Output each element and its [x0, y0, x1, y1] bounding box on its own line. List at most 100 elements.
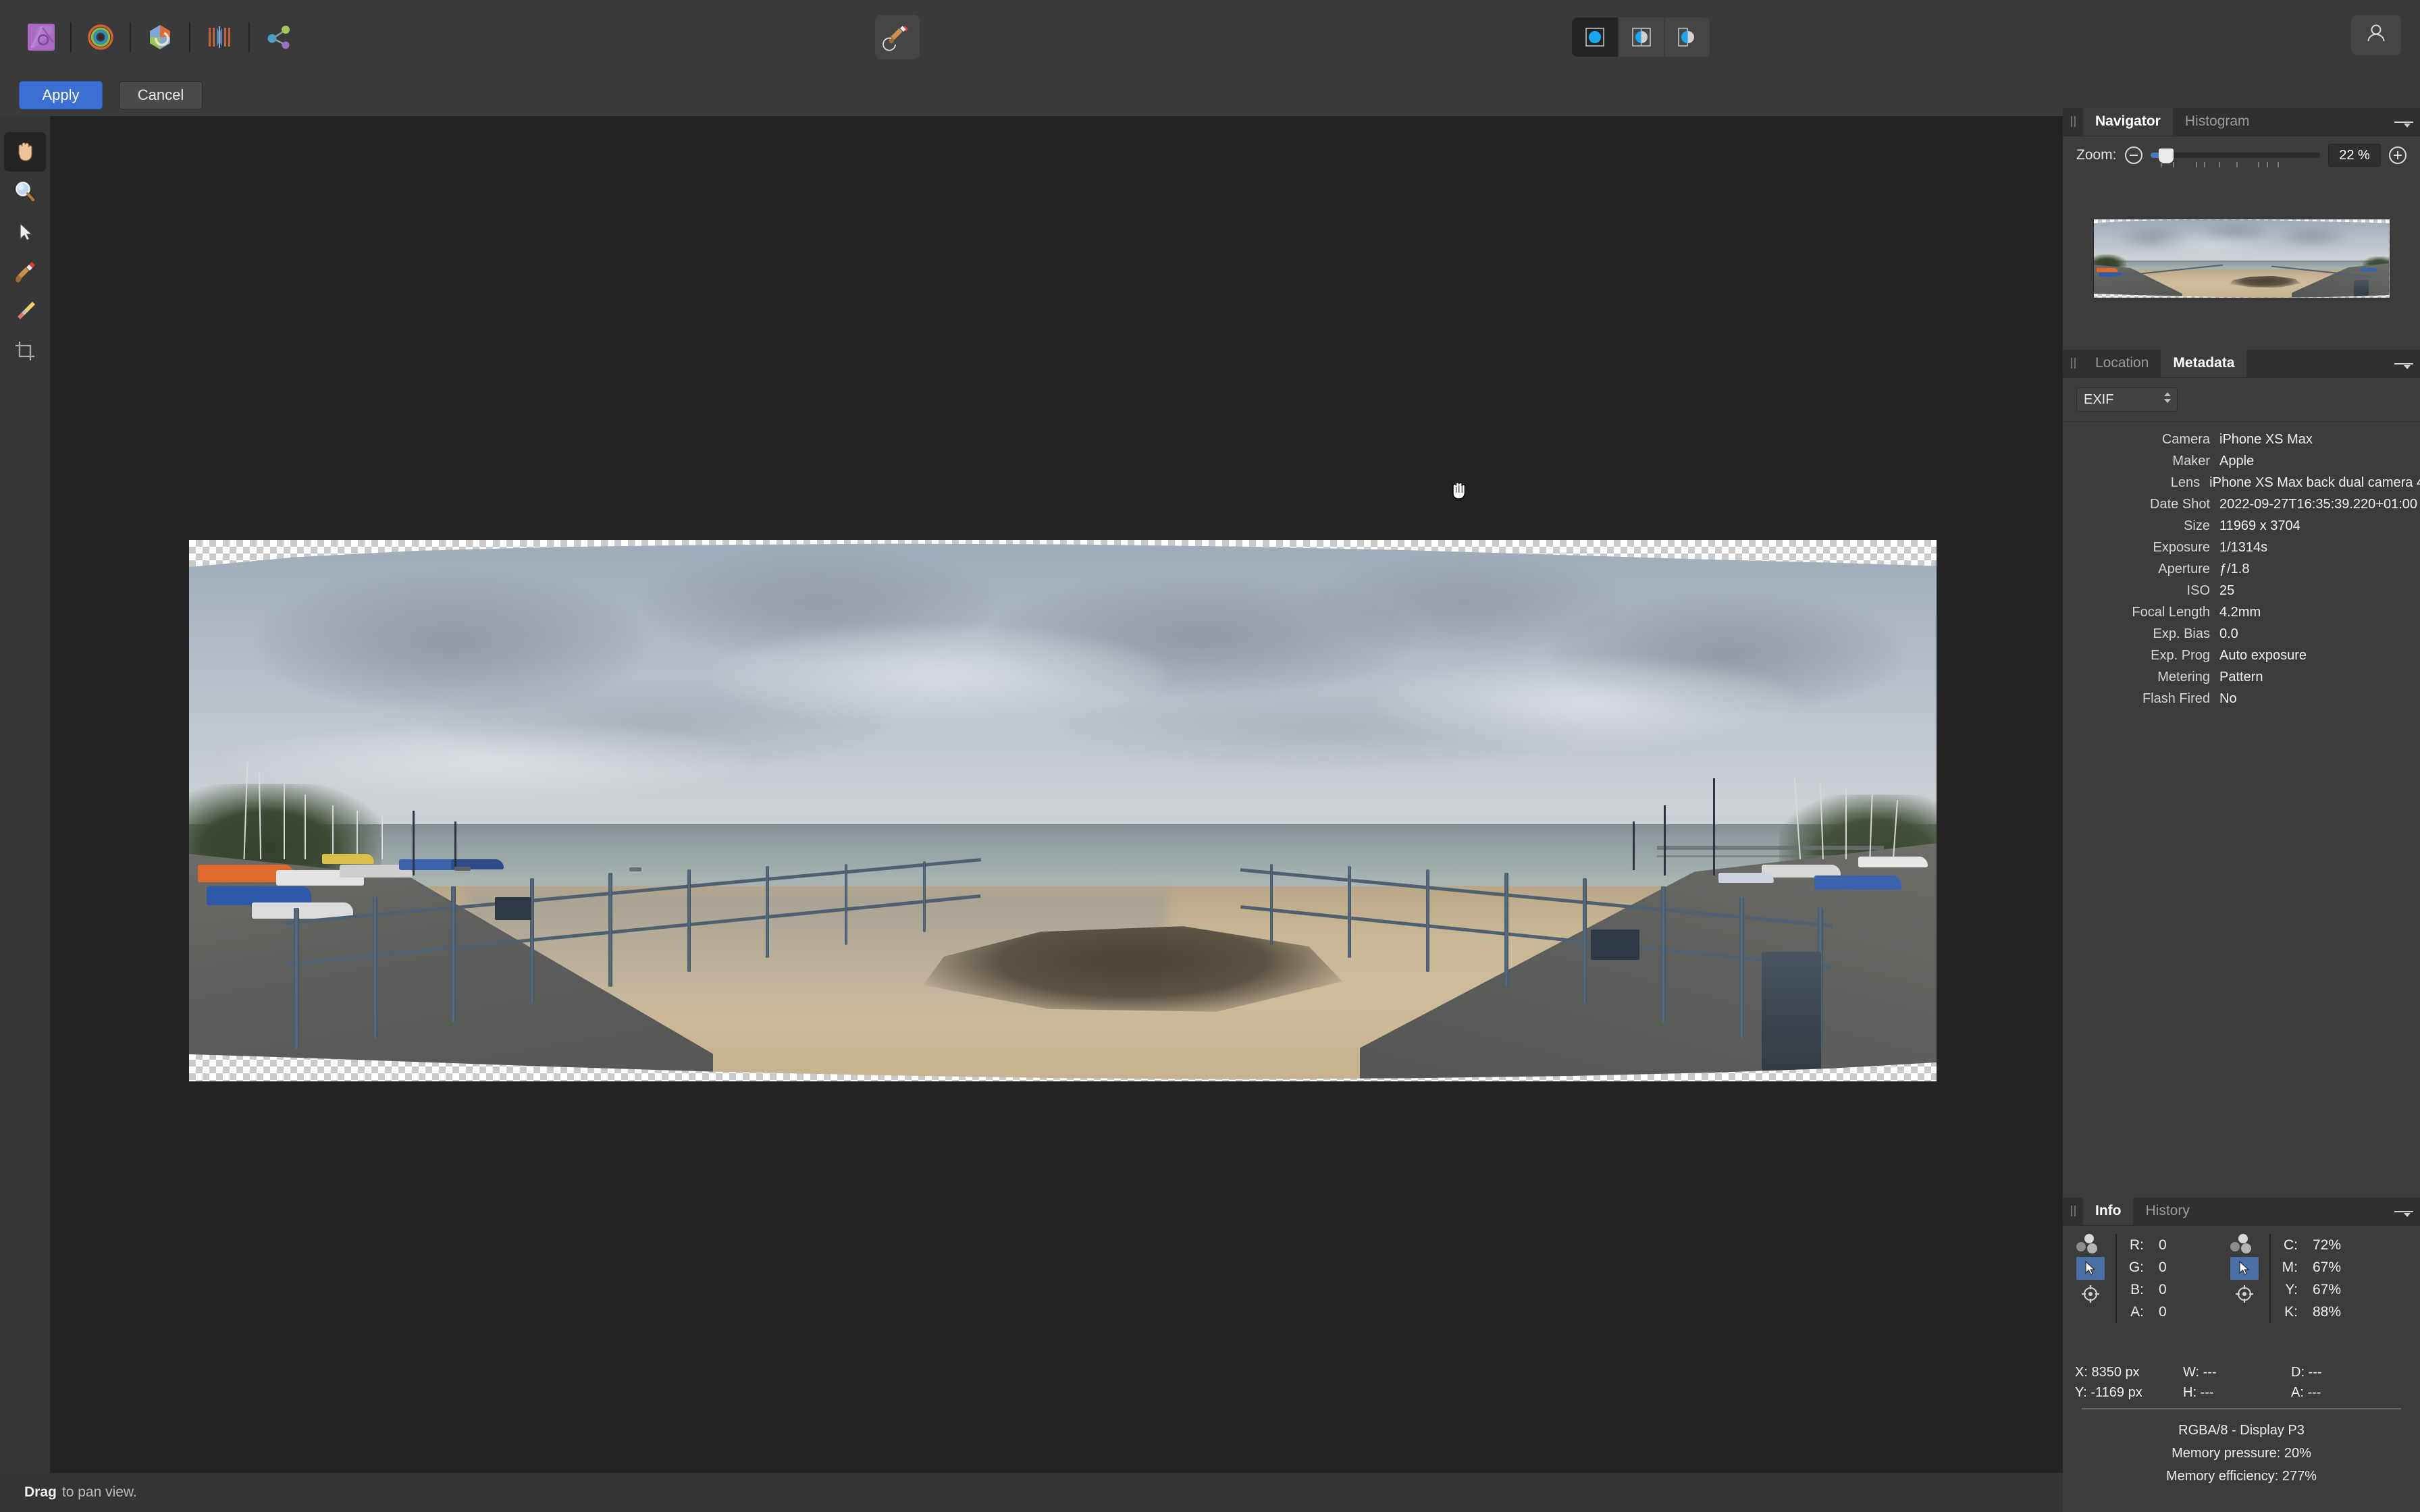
zoom-out-button[interactable]: [2124, 146, 2142, 164]
coord-w: W: ---: [2183, 1364, 2217, 1380]
affinity-export-persona-icon[interactable]: [257, 15, 301, 59]
paint-brush-icon: [882, 20, 913, 55]
affinity-liquify-persona-icon[interactable]: [138, 15, 182, 59]
pointer-sample-mode-icon[interactable]: [2076, 1257, 2105, 1280]
crosshair-sample-icon[interactable]: [2079, 1282, 2102, 1305]
metadata-row: Exp. Bias 0.0: [2063, 623, 2420, 645]
metadata-key: Focal Length: [2132, 604, 2210, 620]
channel-key: R:: [2130, 1237, 2144, 1253]
metadata-source-select[interactable]: EXIF: [2076, 387, 2178, 412]
panel-grip[interactable]: [2063, 349, 2083, 377]
apply-button[interactable]: Apply: [19, 81, 103, 109]
metadata-value: Pattern: [2219, 669, 2263, 684]
metadata-row: Metering Pattern: [2063, 666, 2420, 688]
metadata-key: Exposure: [2153, 539, 2211, 555]
memory-pressure-label: Memory pressure: 20%: [2172, 1446, 2311, 1461]
active-tool-button[interactable]: [875, 15, 920, 59]
metadata-key: Camera: [2161, 431, 2210, 447]
cmyk-readout: C: 72% M: 67% Y: 67% K: 88%: [2278, 1234, 2380, 1323]
coordinate-readout: X: 8350 px W: --- D: --- Y: -1169 px H: …: [2063, 1362, 2420, 1409]
info-picker-left: [2072, 1234, 2109, 1323]
metadata-panel: Location Metadata EXIF Camera iPhone XS …: [2063, 349, 2420, 709]
coord-h: H: ---: [2183, 1384, 2214, 1400]
info-panel: Info History R: 0 G: 0 B: 0 A: 0 C: 72% …: [2063, 1197, 2420, 1512]
tab-info[interactable]: Info: [2083, 1197, 2134, 1225]
channel-value: 0: [2159, 1303, 2167, 1320]
tab-location[interactable]: Location: [2083, 349, 2161, 377]
waste-bin: [1762, 951, 1822, 1071]
account-button[interactable]: [2351, 15, 2401, 55]
memory-efficiency-label: Memory efficiency: 277%: [2165, 1469, 2317, 1484]
metadata-row: Exp. Prog Auto exposure: [2063, 645, 2420, 666]
metadata-key: Size: [2184, 518, 2210, 533]
metadata-value: Auto exposure: [2219, 647, 2307, 663]
color-samples-icon[interactable]: [2230, 1234, 2259, 1254]
tab-history[interactable]: History: [2133, 1197, 2201, 1225]
hand-tool[interactable]: [4, 132, 46, 171]
bench: [1590, 929, 1640, 960]
navigator-thumbnail-area[interactable]: [2063, 174, 2420, 343]
panel-grip[interactable]: [2063, 1197, 2083, 1225]
document-stats: RGBA/8 - Display P3 Memory pressure: 20%…: [2063, 1419, 2420, 1488]
metadata-key: Metering: [2157, 669, 2210, 684]
readout-row: A: 0: [2124, 1301, 2226, 1323]
zoom-slider[interactable]: [2150, 146, 2320, 167]
tab-histogram[interactable]: Histogram: [2173, 107, 2262, 136]
boat: [321, 854, 375, 864]
boat: [1858, 857, 1928, 868]
channel-value: 67%: [2313, 1281, 2342, 1297]
metadata-key: Maker: [2172, 453, 2210, 468]
readout-row: K: 88%: [2278, 1301, 2380, 1323]
panel-grip[interactable]: [2063, 107, 2083, 136]
divider: [2082, 1408, 2401, 1409]
persona-toolbar: [0, 15, 301, 59]
view-mode-group: [1572, 18, 1710, 57]
document-canvas[interactable]: [50, 116, 2063, 1473]
metadata-panel-menu-icon[interactable]: [2394, 355, 2413, 373]
coord-x: X: 8350 px: [2075, 1364, 2140, 1380]
pointer-sample-mode-icon[interactable]: [2230, 1257, 2259, 1280]
erase-brush-tool[interactable]: [4, 292, 46, 331]
mirror-view-icon[interactable]: [1664, 18, 1710, 57]
metadata-value: 25: [2219, 583, 2235, 598]
color-samples-icon[interactable]: [2076, 1234, 2105, 1254]
readout-row: B: 0: [2124, 1278, 2226, 1301]
move-tool[interactable]: [4, 212, 46, 251]
navigator-panel: Navigator Histogram Zoom: 22 %: [2063, 107, 2420, 343]
zoom-slider-handle[interactable]: [2159, 148, 2174, 163]
metadata-table: Camera iPhone XS Max Maker Apple Lens iP…: [2063, 429, 2420, 709]
navigator-thumbnail[interactable]: [2093, 219, 2390, 298]
channel-key: M:: [2282, 1259, 2298, 1275]
metadata-value: No: [2219, 691, 2237, 706]
metadata-value: iPhone XS Max back dual camera 4.2: [2209, 475, 2420, 490]
crosshair-sample-icon[interactable]: [2233, 1282, 2256, 1305]
tab-metadata[interactable]: Metadata: [2161, 349, 2247, 377]
affinity-photo-window: Apply Cancel Navigator Histogram Zoom: 2…: [0, 0, 2420, 1512]
affinity-tone-mapping-persona-icon[interactable]: [197, 15, 242, 59]
info-picker-right: [2226, 1234, 2263, 1323]
zoom-tool[interactable]: [4, 172, 46, 211]
panorama-document[interactable]: [189, 540, 1937, 1081]
metadata-row: Flash Fired No: [2063, 688, 2420, 709]
channel-key: B:: [2130, 1281, 2144, 1297]
divider: [2269, 1234, 2271, 1323]
affinity-develop-persona-icon[interactable]: [78, 15, 123, 59]
navigator-panel-menu-icon[interactable]: [2394, 113, 2413, 131]
paint-brush-tool[interactable]: [4, 252, 46, 291]
bench: [494, 897, 532, 920]
metadata-row: Date Shot 2022-09-27T16:35:39.220+01:00: [2063, 493, 2420, 515]
split-view-icon[interactable]: [1618, 18, 1664, 57]
zoom-value-field[interactable]: 22 %: [2328, 144, 2381, 167]
tab-navigator[interactable]: Navigator: [2083, 107, 2173, 136]
single-view-icon[interactable]: [1572, 18, 1618, 57]
zoom-in-button[interactable]: [2389, 146, 2406, 164]
metadata-row: Maker Apple: [2063, 450, 2420, 472]
channel-key: C:: [2284, 1237, 2298, 1253]
cancel-button[interactable]: Cancel: [119, 81, 203, 109]
affinity-photo-logo-icon[interactable]: [19, 15, 63, 59]
metadata-row: ISO 25: [2063, 580, 2420, 601]
metadata-value: Apple: [2219, 453, 2255, 468]
metadata-source-row: EXIF: [2063, 378, 2420, 418]
info-panel-menu-icon[interactable]: [2394, 1203, 2413, 1220]
crop-tool[interactable]: [4, 331, 46, 371]
